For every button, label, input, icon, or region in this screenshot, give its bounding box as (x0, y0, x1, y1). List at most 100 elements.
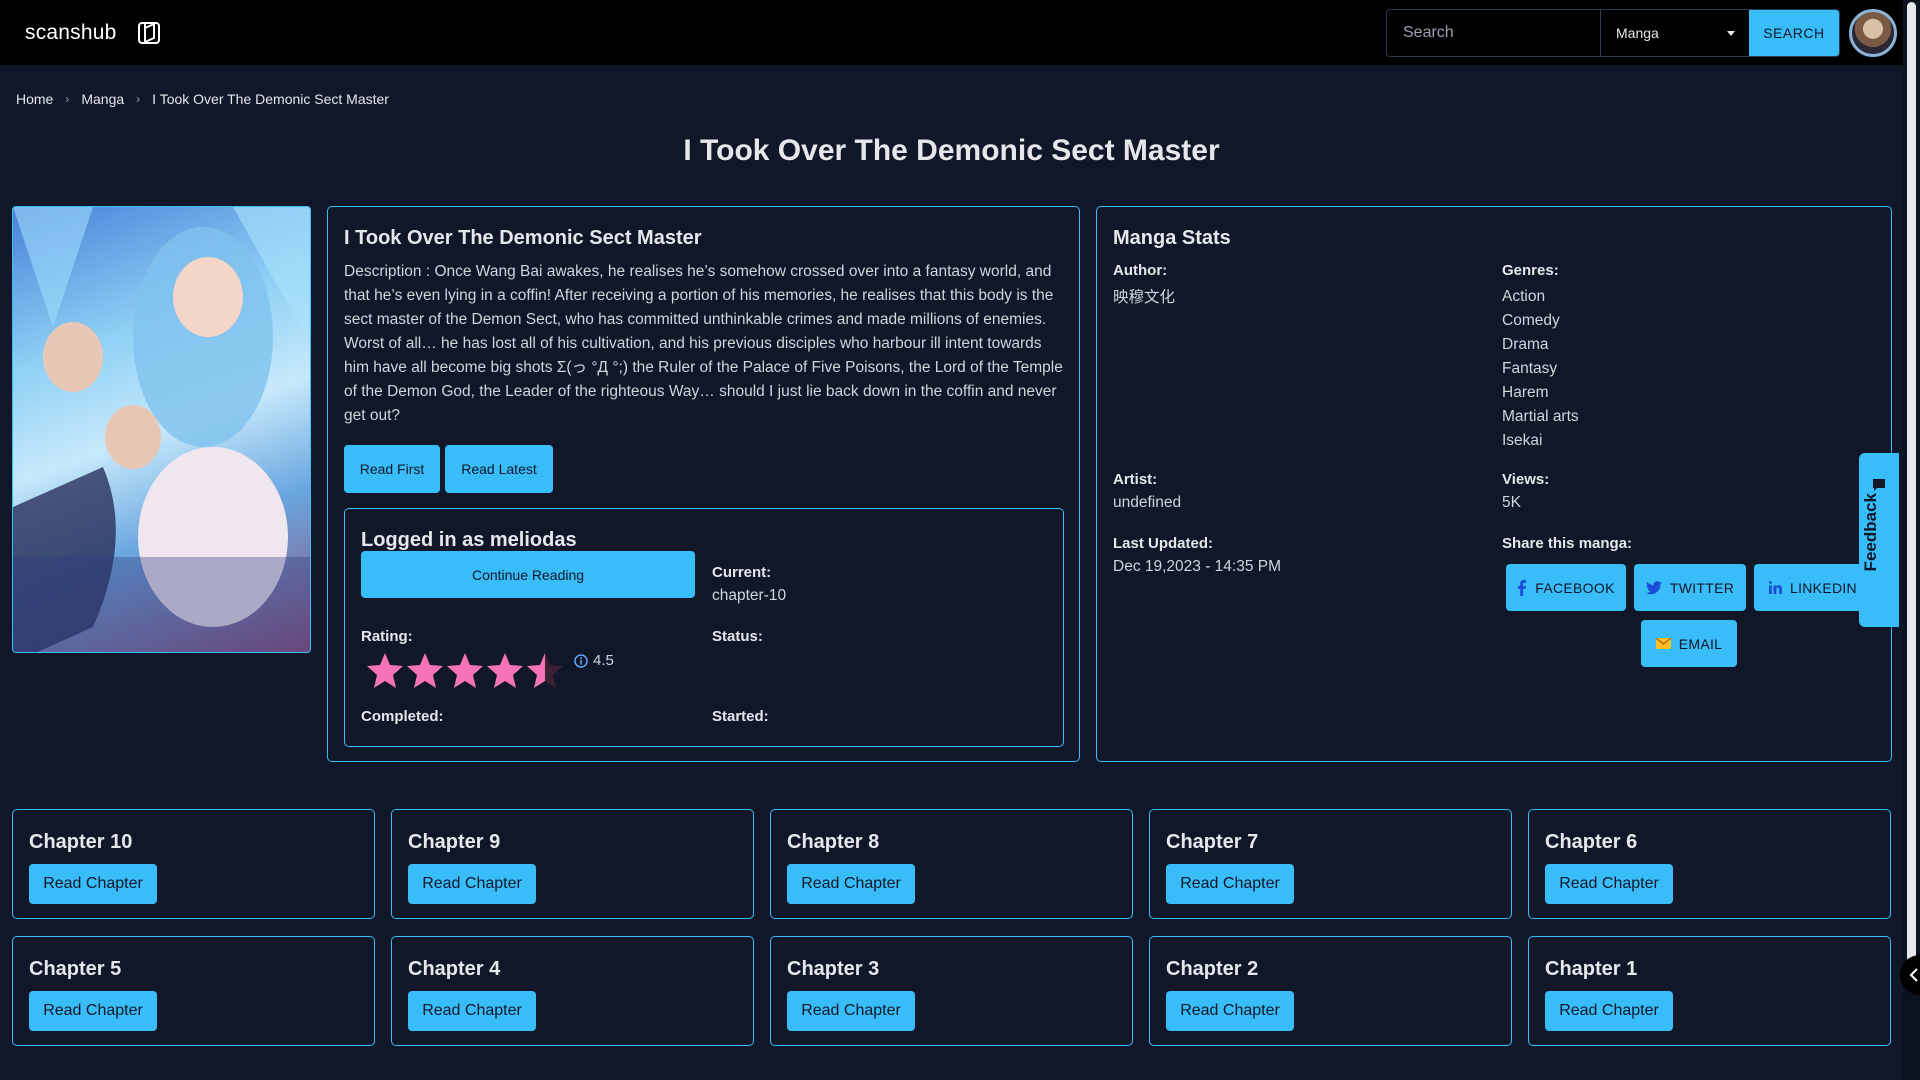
feedback-label: Feedback (1861, 493, 1880, 572)
chapter-card: Chapter 5 Read Chapter (12, 936, 375, 1046)
chapter-title: Chapter 9 (408, 831, 501, 853)
chapter-card: Chapter 6 Read Chapter (1528, 809, 1891, 919)
chapter-card: Chapter 1 Read Chapter (1528, 936, 1891, 1046)
chapter-card: Chapter 10 Read Chapter (12, 809, 375, 919)
chapter-card: Chapter 8 Read Chapter (770, 809, 1133, 919)
reading-status-box: Logged in as meliodas Continue Reading C… (344, 508, 1064, 747)
share-linkedin-label: LINKEDIN (1790, 579, 1857, 596)
genre-item[interactable]: Harem (1502, 381, 1579, 405)
genre-item[interactable]: Fantasy (1502, 357, 1579, 381)
page-title: I Took Over The Demonic Sect Master (683, 134, 1220, 167)
read-latest-button[interactable]: Read Latest (445, 445, 553, 493)
read-chapter-button[interactable]: Read Chapter (1545, 991, 1673, 1031)
share-email-label: EMAIL (1678, 635, 1723, 652)
chapter-card: Chapter 9 Read Chapter (391, 809, 754, 919)
cover-image (12, 206, 311, 653)
stats-title: Manga Stats (1113, 227, 1231, 249)
current-value: chapter-10 (712, 587, 787, 604)
search-input[interactable] (1387, 10, 1601, 56)
read-chapter-button[interactable]: Read Chapter (408, 991, 536, 1031)
scrollbar-thumb[interactable] (1907, 2, 1916, 962)
read-first-button[interactable]: Read First (344, 445, 440, 493)
share-twitter-button[interactable]: TWITTER (1634, 564, 1746, 611)
type-select[interactable]: Manga (1601, 10, 1749, 56)
cover-art (13, 207, 310, 652)
avatar[interactable] (1849, 9, 1897, 57)
continue-reading-button[interactable]: Continue Reading (361, 551, 695, 598)
brand-logo[interactable]: scanshub (25, 21, 117, 45)
author-label: Author: (1113, 262, 1168, 279)
artist-label: Artist: (1113, 471, 1158, 488)
chapter-card: Chapter 3 Read Chapter (770, 936, 1133, 1046)
read-chapter-button[interactable]: Read Chapter (1166, 991, 1294, 1031)
chapter-title: Chapter 4 (408, 958, 501, 980)
genre-item[interactable]: Action (1502, 285, 1579, 309)
twitter-icon (1645, 580, 1662, 594)
read-chapter-button[interactable]: Read Chapter (29, 864, 157, 904)
chevron-right-icon: › (65, 92, 70, 106)
share-email-button[interactable]: EMAIL (1641, 620, 1737, 667)
search-button[interactable]: SEARCH (1748, 10, 1839, 56)
rating-stars[interactable] (365, 651, 565, 693)
views-label: Views: (1502, 471, 1550, 488)
share-linkedin-button[interactable]: LINKEDIN (1754, 564, 1872, 611)
chapter-card: Chapter 4 Read Chapter (391, 936, 754, 1046)
last-updated-value: Dec 19,2023 - 14:35 PM (1113, 558, 1282, 575)
status-label: Status: (712, 628, 763, 645)
search-bar: Manga SEARCH (1386, 9, 1840, 57)
genre-item[interactable]: Comedy (1502, 309, 1579, 333)
chapter-title: Chapter 10 (29, 831, 133, 853)
chapter-card: Chapter 2 Read Chapter (1149, 936, 1512, 1046)
breadcrumb: Home › Manga › I Took Over The Demonic S… (16, 91, 389, 107)
current-label: Current: (712, 564, 772, 581)
views-value: 5K (1502, 494, 1521, 511)
stats-card: Manga Stats Author: 映穆文化 Genres: Action … (1096, 206, 1892, 762)
read-chapter-button[interactable]: Read Chapter (787, 991, 915, 1031)
scrollbar[interactable] (1903, 0, 1920, 1080)
genre-item[interactable]: Martial arts (1502, 405, 1579, 429)
top-navbar: scanshub Manga SEARCH (0, 0, 1920, 65)
last-updated-label: Last Updated: (1113, 535, 1214, 552)
chapter-title: Chapter 7 (1166, 831, 1259, 853)
book-icon[interactable] (136, 20, 162, 46)
caret-down-icon (1726, 31, 1735, 36)
chapter-card: Chapter 7 Read Chapter (1149, 809, 1512, 919)
chapter-title: Chapter 5 (29, 958, 122, 980)
star-icon[interactable] (445, 651, 485, 691)
email-icon (1655, 638, 1671, 649)
type-select-value: Manga (1616, 25, 1659, 41)
chat-icon (1873, 479, 1885, 491)
feedback-tab[interactable]: Feedback (1859, 453, 1899, 627)
star-icon[interactable] (405, 651, 445, 691)
read-chapter-button[interactable]: Read Chapter (29, 991, 157, 1031)
completed-label: Completed: (361, 708, 444, 725)
chapter-title: Chapter 2 (1166, 958, 1259, 980)
breadcrumb-home[interactable]: Home (16, 91, 53, 107)
chevron-right-icon: › (136, 92, 141, 106)
read-chapter-button[interactable]: Read Chapter (787, 864, 915, 904)
chapter-title: Chapter 1 (1545, 958, 1638, 980)
chapter-title: Chapter 6 (1545, 831, 1638, 853)
star-icon[interactable] (525, 651, 565, 691)
genre-item[interactable]: Isekai (1502, 429, 1579, 453)
genre-item[interactable]: Drama (1502, 333, 1579, 357)
started-label: Started: (712, 708, 769, 725)
info-title: I Took Over The Demonic Sect Master (344, 227, 702, 249)
read-chapter-button[interactable]: Read Chapter (408, 864, 536, 904)
rating-label: Rating: (361, 628, 413, 645)
share-facebook-button[interactable]: FACEBOOK (1506, 564, 1626, 611)
chapter-title: Chapter 8 (787, 831, 880, 853)
read-chapter-button[interactable]: Read Chapter (1166, 864, 1294, 904)
star-icon[interactable] (485, 651, 525, 691)
genres-label: Genres: (1502, 262, 1559, 279)
chapter-title: Chapter 3 (787, 958, 880, 980)
rating-value: 4.5 (593, 652, 614, 669)
share-twitter-label: TWITTER (1669, 579, 1735, 596)
star-icon[interactable] (365, 651, 405, 691)
artist-value: undefined (1113, 494, 1182, 511)
info-card: I Took Over The Demonic Sect Master Desc… (327, 206, 1080, 762)
breadcrumb-current: I Took Over The Demonic Sect Master (152, 91, 389, 107)
breadcrumb-manga[interactable]: Manga (81, 91, 124, 107)
chevron-left-icon (1909, 968, 1918, 982)
read-chapter-button[interactable]: Read Chapter (1545, 864, 1673, 904)
